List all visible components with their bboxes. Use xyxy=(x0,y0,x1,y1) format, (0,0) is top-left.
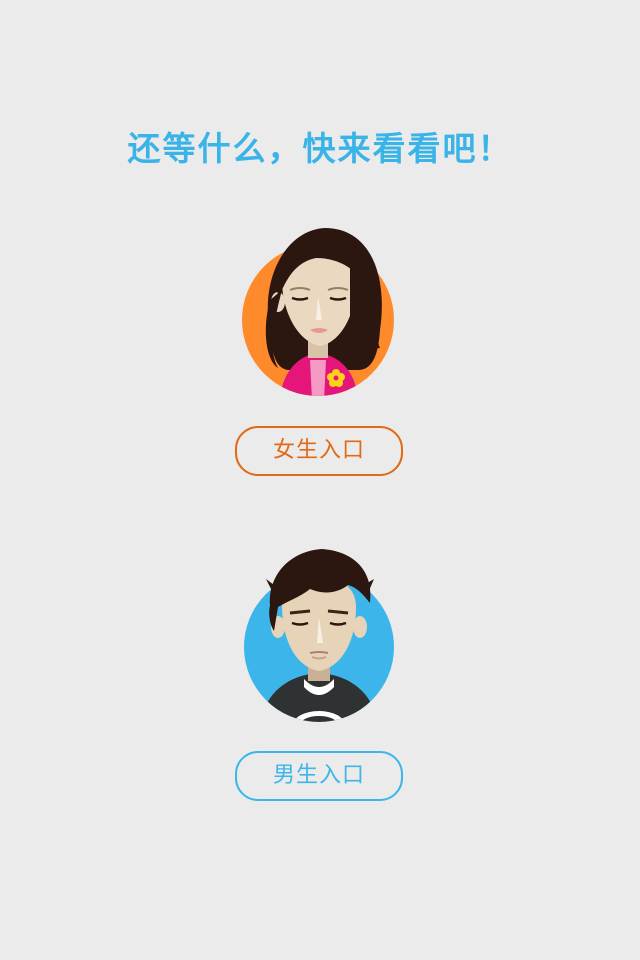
female-entry-button[interactable]: 女生入口 xyxy=(235,426,403,476)
male-entry-button[interactable]: 男生入口 xyxy=(235,751,403,801)
female-avatar[interactable] xyxy=(230,220,410,400)
male-avatar[interactable] xyxy=(230,545,410,725)
female-avatar-illustration xyxy=(242,228,394,396)
male-avatar-illustration xyxy=(244,549,394,722)
page-headline: 还等什么，快来看看吧！ xyxy=(127,129,513,168)
